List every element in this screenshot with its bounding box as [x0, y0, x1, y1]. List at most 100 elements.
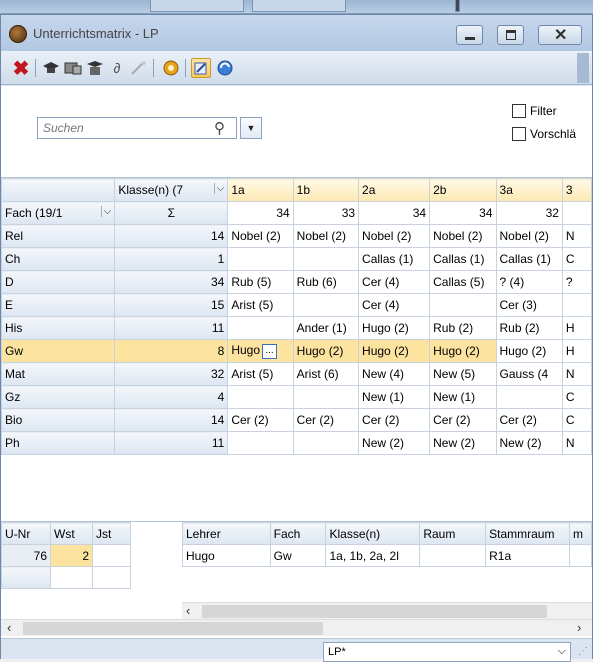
class-column-header[interactable]: 3: [561, 178, 592, 202]
matrix-cell[interactable]: [292, 247, 360, 271]
matrix-cell[interactable]: ?: [561, 270, 592, 294]
fach-header[interactable]: Fach (19/1 ⌵: [1, 201, 116, 225]
fach-row-header[interactable]: Mat: [1, 362, 116, 386]
toolbar-overflow[interactable]: [577, 53, 589, 83]
matrix-cell[interactable]: C: [561, 247, 592, 271]
matrix-cell[interactable]: Cer (2): [429, 408, 497, 432]
matrix-cell[interactable]: New (5): [429, 362, 497, 386]
matrix-cell[interactable]: Cer (2): [358, 408, 431, 432]
wand-icon[interactable]: [129, 58, 149, 78]
class-column-header[interactable]: 1b: [292, 178, 360, 202]
fach-row-header[interactable]: Bio: [1, 408, 116, 432]
matrix-cell[interactable]: [495, 385, 563, 409]
vorschlag-checkbox[interactable]: Vorschlä: [512, 127, 576, 141]
main-horizontal-scrollbar[interactable]: ‹ ›: [1, 619, 592, 636]
scroll-right-icon[interactable]: ›: [577, 620, 581, 635]
matrix-cell[interactable]: Nobel (2): [495, 224, 563, 248]
chevron-down-icon[interactable]: ⌵: [213, 183, 224, 194]
fach-row-header[interactable]: E: [1, 293, 116, 317]
matrix-cell[interactable]: New (4): [358, 362, 431, 386]
matrix-cell[interactable]: Callas (1): [358, 247, 431, 271]
matrix-cell[interactable]: Cer (2): [227, 408, 294, 432]
close-button[interactable]: ✕: [538, 25, 582, 45]
link-icon[interactable]: ∂: [107, 58, 127, 78]
matrix-cell[interactable]: Cer (4): [358, 270, 431, 294]
scroll-thumb[interactable]: [202, 605, 547, 618]
fach-row-header[interactable]: Gz: [1, 385, 116, 409]
matrix-cell[interactable]: H: [561, 339, 592, 363]
vorschlag-checkbox-box[interactable]: [512, 127, 526, 141]
teacher-icon[interactable]: [85, 58, 105, 78]
matrix-cell[interactable]: [227, 316, 294, 340]
matrix-cell[interactable]: ? (4): [495, 270, 563, 294]
classes-header[interactable]: Klasse(n) (7 ⌵: [114, 178, 229, 202]
fach-row-header[interactable]: Ph: [1, 431, 116, 455]
matrix-cell[interactable]: New (2): [495, 431, 563, 455]
matrix-cell[interactable]: [292, 293, 360, 317]
fach-cell[interactable]: Gw: [269, 544, 327, 567]
edit-icon[interactable]: [191, 58, 211, 78]
chevron-down-icon[interactable]: ⌵: [558, 645, 566, 658]
matrix-cell[interactable]: Hugo (2): [358, 316, 431, 340]
search-icon[interactable]: ⚲: [214, 119, 225, 137]
class-column-header[interactable]: 3a: [495, 178, 563, 202]
matrix-cell[interactable]: Hugo...: [227, 339, 294, 363]
view-select[interactable]: LP* ⌵: [323, 642, 571, 662]
matrix-cell[interactable]: C: [561, 385, 592, 409]
matrix-cell[interactable]: N: [561, 224, 592, 248]
matrix-cell[interactable]: Cer (2): [495, 408, 563, 432]
matrix-cell[interactable]: N: [561, 362, 592, 386]
matrix-cell[interactable]: Nobel (2): [292, 224, 360, 248]
matrix-cell[interactable]: Hugo (2): [292, 339, 360, 363]
fach-column-header[interactable]: Fach: [269, 522, 327, 545]
matrix-cell[interactable]: New (1): [429, 385, 497, 409]
unr-header[interactable]: U-Nr: [1, 522, 51, 545]
jst-cell[interactable]: [92, 544, 131, 567]
matrix-cell[interactable]: Cer (3): [495, 293, 563, 317]
stammraum-cell[interactable]: R1a: [485, 544, 571, 567]
fach-row-header[interactable]: D: [1, 270, 116, 294]
settings-icon[interactable]: [161, 58, 181, 78]
matrix-cell[interactable]: Ander (1): [292, 316, 360, 340]
unr-cell[interactable]: 76: [1, 544, 51, 567]
minimize-button[interactable]: [456, 25, 483, 45]
title-bar[interactable]: Unterrichtsmatrix - LP ✕: [1, 15, 592, 51]
scroll-thumb[interactable]: [23, 622, 323, 635]
matrix-cell[interactable]: New (2): [429, 431, 497, 455]
fach-row-header[interactable]: His: [1, 316, 116, 340]
klassen-header[interactable]: Klasse(n): [325, 522, 421, 545]
ellipsis-button[interactable]: ...: [262, 343, 278, 359]
raum-header[interactable]: Raum: [419, 522, 487, 545]
matrix-cell[interactable]: New (2): [358, 431, 431, 455]
filter-checkbox[interactable]: Filter: [512, 104, 557, 118]
scroll-left-icon[interactable]: ‹: [7, 620, 11, 635]
matrix-cell[interactable]: New (1): [358, 385, 431, 409]
fach-row-header[interactable]: Gw: [1, 339, 116, 363]
lehrer-header[interactable]: Lehrer: [182, 522, 271, 545]
matrix-cell[interactable]: Rub (2): [495, 316, 563, 340]
matrix-cell[interactable]: Rub (2): [429, 316, 497, 340]
chevron-down-icon[interactable]: ⌵: [100, 206, 111, 217]
wst-header[interactable]: Wst: [50, 522, 93, 545]
fach-row-header[interactable]: Ch: [1, 247, 116, 271]
matrix-cell[interactable]: Arist (6): [292, 362, 360, 386]
class-column-header[interactable]: 2b: [429, 178, 497, 202]
wst-cell[interactable]: 2: [50, 544, 93, 567]
matrix-cell[interactable]: Hugo (2): [495, 339, 563, 363]
stammraum-header[interactable]: Stammraum: [485, 522, 571, 545]
matrix-cell[interactable]: [227, 385, 294, 409]
empty-cell[interactable]: [92, 566, 131, 589]
matrix-cell[interactable]: H: [561, 316, 592, 340]
maximize-button[interactable]: [497, 25, 524, 45]
refresh-icon[interactable]: [215, 58, 235, 78]
extra-cell[interactable]: [569, 544, 592, 567]
new-row-cell[interactable]: [1, 566, 51, 589]
matrix-cell[interactable]: [292, 431, 360, 455]
graduation-cap-icon[interactable]: [41, 58, 61, 78]
matrix-cell[interactable]: [292, 385, 360, 409]
matrix-cell[interactable]: Nobel (2): [227, 224, 294, 248]
matrix-cell[interactable]: Gauss (4: [495, 362, 563, 386]
klassen-cell[interactable]: 1a, 1b, 2a, 2l: [325, 544, 421, 567]
matrix-cell[interactable]: Cer (2): [292, 408, 360, 432]
matrix-cell[interactable]: C: [561, 408, 592, 432]
